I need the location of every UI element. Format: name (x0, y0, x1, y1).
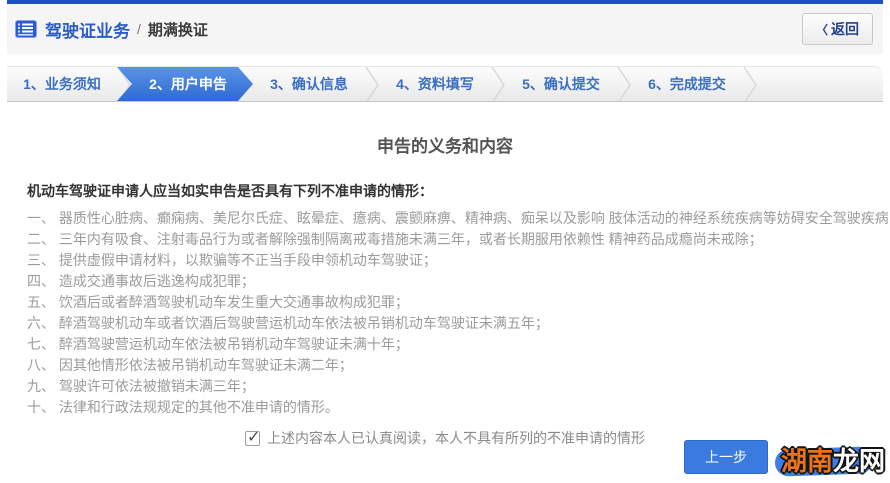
step-separator-chevron-icon (365, 67, 379, 101)
chevron-left-icon: 〈 (815, 22, 828, 37)
declaration-list: 一、 器质性心脏病、癫痫病、美尼尔氏症、眩晕症、癔病、震颤麻痹、精神病、痴呆以及… (27, 208, 890, 418)
agreement-checkbox-checked-icon[interactable] (245, 427, 260, 447)
form-list-icon (15, 20, 37, 38)
previous-step-button[interactable]: 上一步 (684, 440, 768, 474)
agreement-label: 上述内容本人已认真阅读，本人不具有所列的不准申请的情形 (267, 430, 645, 446)
breadcrumb-current-page: 期满换证 (147, 21, 208, 39)
step-1-business-notice[interactable]: 1、业务须知 (7, 67, 117, 101)
step-label: 5、确认提交 (522, 76, 600, 92)
declaration-item-5: 五、 饮酒后或者醉酒驾驶机动车发生重大交通事故构成犯罪； (27, 294, 409, 310)
step-label: 2、用户申告 (149, 76, 227, 92)
watermark-text-part1: 湖南 (780, 446, 833, 476)
step-separator-chevron-icon (617, 67, 631, 101)
declaration-intro-text: 机动车驾驶证申请人应当如实申告是否具有下列不准申请的情形： (27, 183, 433, 199)
page-title: 申告的义务和内容 (377, 137, 513, 156)
step-label: 1、业务须知 (23, 76, 101, 92)
breadcrumb-service-title: 驾驶证业务 (45, 21, 130, 41)
declaration-item-10: 十、 法律和行政法规规定的其他不准申请的情形。 (27, 399, 339, 415)
declaration-item-3: 三、 提供虚假申请材料，以欺骗等不正当手段申领机动车驾驶证； (27, 252, 437, 268)
step-4-fill-materials[interactable]: 4、资料填写 (379, 67, 491, 101)
step-label: 3、确认信息 (270, 76, 348, 92)
step-wizard: 1、业务须知 2、用户申告 3、确认信息 4、资料填写 5、确认提交 6、完成提… (7, 66, 883, 102)
back-button-label: 返回 (831, 21, 859, 37)
step-2-user-declaration-active[interactable]: 2、用户申告 (117, 67, 253, 101)
declaration-item-2: 二、 三年内有吸食、注射毒品行为或者解除强制隔离戒毒措施未满三年，或者长期服用依… (27, 231, 763, 247)
main-content: 申告的义务和内容 机动车驾驶证申请人应当如实申告是否具有下列不准申请的情形： 一… (7, 132, 890, 448)
site-watermark: 湖南龙网 (774, 446, 885, 477)
step-label: 4、资料填写 (396, 76, 474, 92)
step-3-confirm-info[interactable]: 3、确认信息 (253, 67, 365, 101)
page-frame: 驾驶证业务 / 期满换证 〈 返回 1、业务须知 2、用户申告 3、确认信息 4… (7, 0, 890, 448)
declaration-item-9: 九、 驾驶许可依法被撤销未满三年； (27, 378, 255, 394)
step-label: 6、完成提交 (648, 76, 726, 92)
step-separator-chevron-icon (743, 67, 757, 101)
watermark-blob (774, 446, 874, 477)
step-separator-chevron-icon (491, 67, 505, 101)
breadcrumb-separator: / (137, 21, 141, 37)
declaration-item-4: 四、 造成交通事故后逃逸构成犯罪； (27, 273, 255, 289)
watermark-text-part2: 龙网 (832, 446, 885, 476)
declaration-item-7: 七、 醉酒驾驶营运机动车依法被吊销机动车驾驶证未满十年； (27, 336, 409, 352)
back-button[interactable]: 〈 返回 (801, 13, 873, 45)
step-6-complete-submit[interactable]: 6、完成提交 (631, 67, 743, 101)
declaration-item-1: 一、 器质性心脏病、癫痫病、美尼尔氏症、眩晕症、癔病、震颤麻痹、精神病、痴呆以及… (27, 210, 890, 226)
header-bar: 驾驶证业务 / 期满换证 〈 返回 (7, 0, 883, 54)
declaration-item-6: 六、 醉酒驾驶机动车或者饮酒后驾驶营运机动车依法被吊销机动车驾驶证未满五年； (27, 315, 549, 331)
step-5-confirm-submit[interactable]: 5、确认提交 (505, 67, 617, 101)
step-bar-filler (757, 67, 883, 101)
declaration-item-8: 八、 因其他情形依法被吊销机动车驾驶证未满二年； (27, 357, 353, 373)
